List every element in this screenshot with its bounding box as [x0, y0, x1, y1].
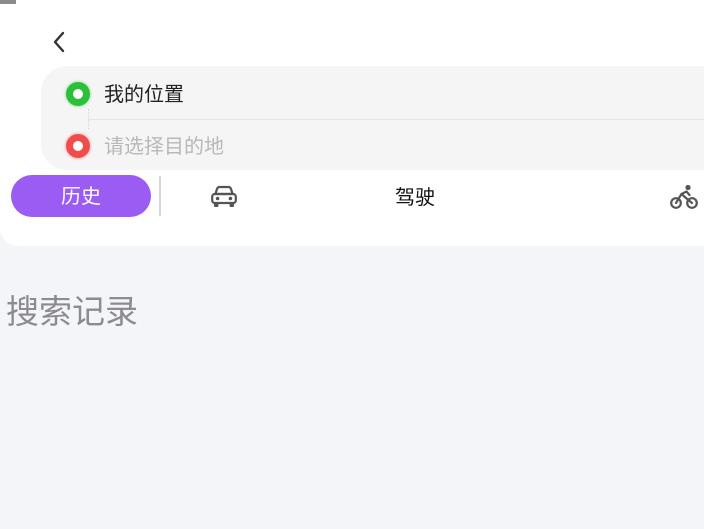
origin-label: 我的位置 — [104, 82, 184, 106]
route-planner-panel: 我的位置 历史 驾驶 — [0, 0, 704, 246]
cycling-icon — [670, 184, 698, 209]
corner-indicator — [0, 0, 16, 4]
back-button[interactable] — [44, 26, 76, 58]
chevron-left-icon — [53, 31, 65, 53]
destination-row[interactable] — [41, 124, 704, 168]
car-icon — [211, 185, 237, 207]
search-history-title: 搜索记录 — [6, 292, 138, 331]
tab-divider — [159, 176, 161, 216]
origin-row[interactable]: 我的位置 — [41, 72, 704, 116]
tab-history[interactable]: 历史 — [11, 175, 151, 217]
green-location-dot-icon — [66, 82, 90, 106]
tab-bike[interactable] — [664, 180, 704, 214]
tab-drive[interactable]: 驾驶 — [380, 180, 450, 214]
route-divider — [88, 119, 704, 120]
red-location-dot-icon — [66, 134, 90, 158]
destination-input[interactable] — [102, 132, 526, 160]
tab-car[interactable] — [204, 180, 244, 214]
route-input-box: 我的位置 — [41, 66, 704, 170]
